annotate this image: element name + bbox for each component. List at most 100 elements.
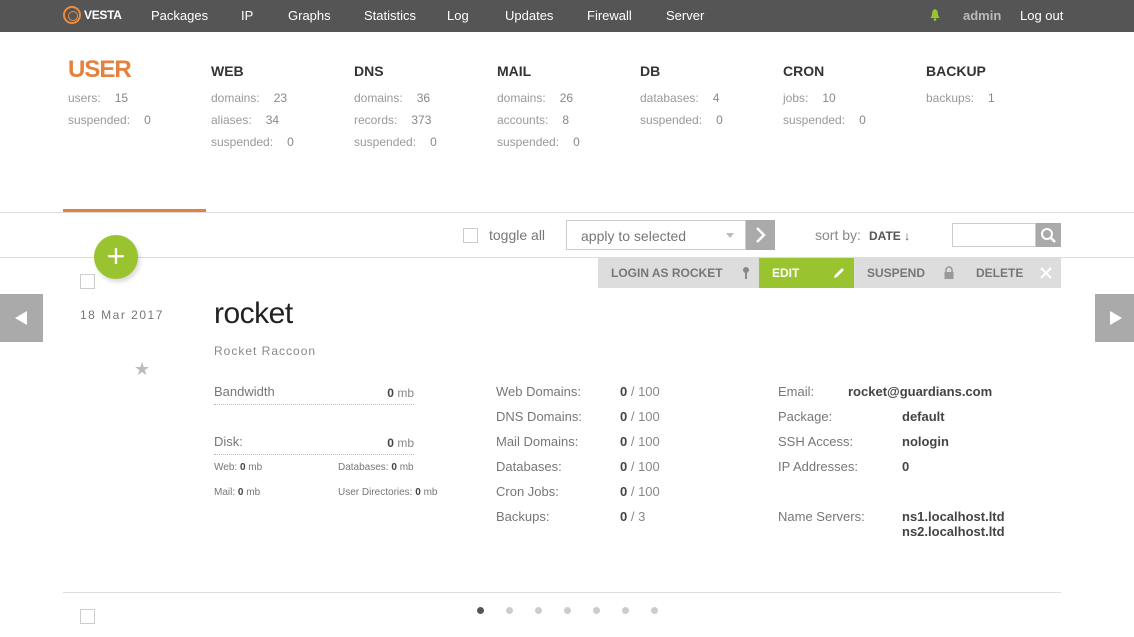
stat-row: domains: 36: [354, 91, 431, 105]
stat-dns[interactable]: DNS domains: 36 records: 373 suspended: 0: [354, 56, 437, 157]
suspend-button[interactable]: SUSPEND: [854, 258, 963, 288]
previous-arrow[interactable]: [0, 294, 43, 342]
next-arrow[interactable]: [1095, 294, 1134, 342]
login-as-button[interactable]: LOGIN AS ROCKET: [598, 258, 759, 288]
pencil-icon: [834, 268, 844, 278]
nav-firewall[interactable]: Firewall: [587, 8, 632, 23]
stat-mail[interactable]: MAIL domains: 26 accounts: 8 suspended: 0: [497, 56, 580, 157]
divider: [0, 212, 1134, 213]
disk-value: 0 mb: [387, 436, 414, 450]
nav-updates[interactable]: Updates: [505, 8, 553, 23]
logout-link[interactable]: Log out: [1020, 8, 1063, 23]
sort-by-date[interactable]: DATE ↓: [869, 229, 910, 243]
nav-statistics[interactable]: Statistics: [364, 8, 416, 23]
divider: [63, 592, 1061, 593]
edit-button[interactable]: EDIT: [759, 258, 854, 288]
delete-button[interactable]: DELETE: [963, 258, 1061, 288]
limit-backups: Backups: 0 / 3: [496, 509, 646, 524]
stat-title-db: DB: [640, 63, 661, 79]
nav-packages[interactable]: Packages: [151, 8, 208, 23]
chevron-down-icon: [726, 233, 734, 238]
limit-databases: Databases: 0 / 100: [496, 459, 660, 474]
limit-mail-domains: Mail Domains: 0 / 100: [496, 434, 660, 449]
triangle-right-icon: [1110, 311, 1122, 325]
stat-row: users: 15: [68, 91, 129, 105]
stat-db[interactable]: DB databases: 4 suspended: 0: [640, 56, 723, 135]
stat-row: suspended: 0: [783, 113, 866, 127]
stat-title-user: USER: [68, 56, 132, 83]
info-package: Package: default: [778, 409, 945, 424]
vesta-logo-icon: [63, 6, 81, 24]
stat-row: databases: 4: [640, 91, 720, 105]
apply-button[interactable]: [746, 220, 775, 250]
nav-ip[interactable]: IP: [241, 8, 253, 23]
stat-title-dns: DNS: [354, 63, 384, 79]
bandwidth-bar: [214, 404, 414, 405]
stat-row: accounts: 8: [497, 113, 570, 127]
toggle-all-label[interactable]: toggle all: [489, 227, 545, 243]
row-checkbox[interactable]: [80, 609, 95, 624]
lock-icon: [944, 266, 954, 279]
page-dot[interactable]: [506, 607, 513, 614]
stat-row: domains: 23: [211, 91, 288, 105]
user-actions: LOGIN AS ROCKET EDIT SUSPEND DELETE: [598, 258, 1061, 288]
row-checkbox[interactable]: [80, 274, 95, 289]
full-name: Rocket Raccoon: [214, 344, 317, 358]
stat-row: suspended: 0: [211, 135, 294, 149]
page-dot[interactable]: [651, 607, 658, 614]
stat-title-cron: CRON: [783, 63, 825, 79]
disk-mail: Mail: 0 mb: [214, 487, 261, 498]
bandwidth-value: 0 mb: [387, 386, 414, 400]
current-user[interactable]: admin: [963, 8, 1001, 23]
stat-row: backups: 1: [926, 91, 995, 105]
page-dot[interactable]: [622, 607, 629, 614]
stat-backup[interactable]: BACKUP backups: 1: [926, 56, 995, 113]
nav-graphs[interactable]: Graphs: [288, 8, 331, 23]
bell-icon[interactable]: [930, 9, 940, 21]
page-dot[interactable]: [535, 607, 542, 614]
apply-to-selected-select[interactable]: apply to selected: [566, 220, 746, 250]
info-name-servers: Name Servers: ns1.localhost.ltd ns2.localh…: [778, 509, 1005, 539]
info-ssh-access: SSH Access: nologin: [778, 434, 949, 449]
creation-date: 18 Mar 2017: [80, 308, 164, 322]
vesta-logo[interactable]: VESTA: [63, 6, 122, 24]
nav-server[interactable]: Server: [666, 8, 704, 23]
stat-web[interactable]: WEB domains: 23 aliases: 34 suspended: 0: [211, 56, 294, 157]
stat-row: records: 373: [354, 113, 432, 127]
stat-row: suspended: 0: [354, 135, 437, 149]
stat-row: jobs: 10: [783, 91, 836, 105]
chevron-right-icon: [756, 227, 766, 243]
key-icon: [743, 267, 749, 279]
stat-row: aliases: 34: [211, 113, 280, 127]
stat-row: suspended: 0: [68, 113, 151, 127]
disk-web: Web: 0 mb: [214, 462, 263, 473]
triangle-left-icon: [15, 311, 27, 325]
add-user-button[interactable]: +: [94, 235, 138, 279]
page-dot[interactable]: [477, 607, 484, 614]
search-button[interactable]: [1036, 223, 1061, 247]
stat-title-web: WEB: [211, 63, 244, 79]
disk-label: Disk:: [214, 434, 243, 449]
search-icon: [1041, 228, 1056, 243]
toggle-all-checkbox[interactable]: [463, 228, 478, 243]
page-dot[interactable]: [564, 607, 571, 614]
disk-user-directories: User Directories: 0 mb: [338, 487, 438, 498]
stat-cron[interactable]: CRON jobs: 10 suspended: 0: [783, 56, 866, 135]
stat-row: domains: 26: [497, 91, 574, 105]
stat-row: suspended: 0: [640, 113, 723, 127]
limit-web-domains: Web Domains: 0 / 100: [496, 384, 660, 399]
stat-title-mail: MAIL: [497, 63, 532, 79]
stat-user[interactable]: USER users: 15 suspended: 0: [68, 56, 151, 135]
page-dot[interactable]: [593, 607, 600, 614]
top-navigation-bar: VESTA Packages IP Graphs Statistics Log …: [0, 0, 1134, 32]
bandwidth-label: Bandwidth: [214, 384, 275, 399]
close-icon: [1040, 267, 1052, 279]
info-ip-addresses: IP Addresses: 0: [778, 459, 910, 474]
star-icon[interactable]: ★: [134, 359, 150, 380]
sort-label: sort by:: [815, 227, 861, 243]
limit-dns-domains: DNS Domains: 0 / 100: [496, 409, 660, 424]
info-email: Email: rocket@guardians.com: [778, 384, 993, 399]
search-input[interactable]: [952, 223, 1036, 247]
limit-cron-jobs: Cron Jobs: 0 / 100: [496, 484, 660, 499]
nav-log[interactable]: Log: [447, 8, 469, 23]
